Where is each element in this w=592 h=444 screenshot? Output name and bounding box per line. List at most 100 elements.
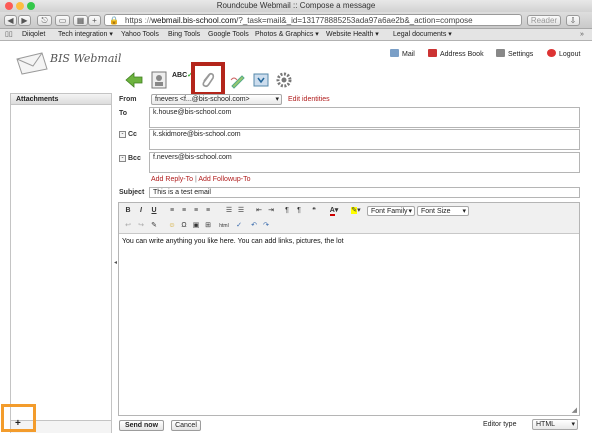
- bookmarks-bar: ▯▯ Diiqolet Tech integration ▾ Yahoo Too…: [0, 29, 592, 41]
- resize-handle-icon[interactable]: ◢: [572, 406, 577, 414]
- address-book-icon: [428, 49, 437, 57]
- align-right-button[interactable]: ≡: [191, 206, 201, 216]
- logout-link[interactable]: Logout: [547, 49, 580, 59]
- webmail-logo: BIS Webmail: [14, 47, 121, 75]
- address-book-link[interactable]: Address Book: [428, 49, 484, 59]
- editor-toolbar: B I U ≡ ≡ ≡ ≡ ☰ ☰ ⇤ ⇥ ¶ ¶ ❝ A▾ ✎▾ Font F…: [119, 203, 579, 234]
- sidebar-icon[interactable]: ▭: [55, 15, 70, 26]
- send-now-button[interactable]: Send now: [119, 420, 164, 431]
- settings-icon: [496, 49, 505, 57]
- background-color-icon[interactable]: ✎▾: [347, 206, 365, 216]
- insert-image-icon[interactable]: ▣: [191, 221, 201, 231]
- new-tab-button[interactable]: +: [88, 15, 101, 26]
- font-size-select[interactable]: Font Size ▾: [417, 206, 469, 216]
- undo-button[interactable]: ↩: [123, 221, 133, 231]
- add-followup-to-link[interactable]: Add Followup-To: [198, 176, 250, 183]
- redo-button[interactable]: ↪: [136, 221, 146, 231]
- logout-icon: [547, 49, 556, 57]
- logo-text: BIS Webmail: [50, 52, 122, 65]
- forward-button[interactable]: ▶: [18, 15, 31, 26]
- underline-button[interactable]: U: [149, 206, 159, 216]
- justify-button[interactable]: ≡: [203, 206, 213, 216]
- edit-icon[interactable]: ✎: [149, 221, 159, 231]
- mail-icon: [390, 49, 399, 57]
- bookmark-item[interactable]: Legal documents ▾: [393, 29, 452, 41]
- spellcheck-icon[interactable]: ABC✓: [172, 70, 193, 90]
- reader-button[interactable]: Reader: [527, 15, 561, 26]
- italic-button[interactable]: I: [136, 206, 146, 216]
- bookmark-item[interactable]: Bing Tools: [168, 29, 200, 41]
- indent-button[interactable]: ⇥: [266, 206, 276, 216]
- add-attachment-button[interactable]: +: [15, 419, 21, 429]
- attachment-highlight-box: [191, 62, 225, 96]
- top-sites-icon[interactable]: ▦: [73, 15, 88, 26]
- more-bookmarks-icon[interactable]: »: [580, 29, 584, 41]
- back-button[interactable]: ◀: [4, 15, 17, 26]
- save-draft-icon[interactable]: [251, 70, 271, 90]
- emoticon-icon[interactable]: ☺: [167, 221, 177, 231]
- signature-icon[interactable]: [228, 70, 248, 90]
- bullet-list-button[interactable]: ☰: [224, 206, 234, 216]
- subject-field[interactable]: This is a test email: [149, 187, 580, 198]
- bookmark-item[interactable]: Diiqolet: [22, 29, 45, 41]
- insert-table-icon[interactable]: ⊞: [203, 221, 213, 231]
- splitter-handle-icon[interactable]: ◂: [114, 259, 117, 266]
- outdent-button[interactable]: ⇤: [254, 206, 264, 216]
- redo-arrow-icon[interactable]: ↷: [261, 221, 271, 231]
- text-color-button[interactable]: A▾: [324, 206, 344, 216]
- minimize-window-icon[interactable]: [16, 2, 24, 10]
- to-field[interactable]: k.house@bis-school.com: [149, 107, 580, 128]
- download-icon[interactable]: ⇩: [566, 15, 580, 26]
- html-source-button[interactable]: html: [217, 221, 231, 231]
- bookmark-item[interactable]: Website Health ▾: [326, 29, 379, 41]
- ltr-button[interactable]: ¶: [282, 206, 292, 216]
- close-window-icon[interactable]: [5, 2, 13, 10]
- undo-arrow-icon[interactable]: ↶: [249, 221, 259, 231]
- share-icon[interactable]: ⎋: [37, 15, 52, 26]
- message-body[interactable]: You can write anything you like here. Yo…: [122, 237, 344, 246]
- url-host: webmail.bis-school.com: [151, 16, 237, 25]
- options-gear-icon[interactable]: [274, 70, 294, 90]
- align-left-button[interactable]: ≡: [167, 206, 177, 216]
- font-family-select[interactable]: Font Family ▾: [367, 206, 415, 216]
- rtl-button[interactable]: ¶: [294, 206, 304, 216]
- from-label: From: [119, 96, 137, 103]
- numbered-list-button[interactable]: ☰: [236, 206, 246, 216]
- blockquote-button[interactable]: ❝: [309, 206, 319, 216]
- special-char-icon[interactable]: Ω: [179, 221, 189, 231]
- mail-link[interactable]: Mail: [390, 49, 415, 59]
- bookmark-item[interactable]: Google Tools: [208, 29, 249, 41]
- address-book-icon[interactable]: [149, 70, 169, 90]
- address-bar[interactable]: 🔒 https ://webmail.bis-school.com/?_task…: [104, 14, 522, 26]
- zoom-window-icon[interactable]: [27, 2, 35, 10]
- window-title: Roundcube Webmail :: Compose a message: [216, 1, 376, 10]
- from-select[interactable]: fnevers <f...@bis-school.com> ▾: [151, 94, 282, 105]
- link-separator: |: [194, 176, 197, 183]
- bold-button[interactable]: B: [123, 206, 133, 216]
- remove-bcc-button[interactable]: -: [119, 155, 126, 162]
- reading-list-icon[interactable]: ▯▯: [5, 29, 13, 41]
- settings-link[interactable]: Settings: [496, 49, 533, 59]
- edit-identities-link[interactable]: Edit identities: [288, 96, 330, 103]
- align-center-button[interactable]: ≡: [179, 206, 189, 216]
- to-label: To: [119, 110, 128, 117]
- bookmark-item[interactable]: Tech integration ▾: [58, 29, 113, 41]
- chevron-down-icon: ▾: [275, 96, 279, 103]
- remove-cc-button[interactable]: -: [119, 131, 126, 138]
- header-links: Add Reply-To | Add Followup-To: [151, 176, 251, 183]
- attachments-header: Attachments: [11, 94, 111, 105]
- add-reply-to-link[interactable]: Add Reply-To: [151, 176, 193, 183]
- bookmark-item[interactable]: Photos & Graphics ▾: [255, 29, 319, 41]
- editor-type-select[interactable]: HTML ▾: [532, 419, 578, 430]
- bcc-label: Bcc: [128, 155, 141, 162]
- spellcheck-icon[interactable]: ✓: [234, 221, 244, 231]
- browser-toolbar: ◀ ▶ ⎋ ▭ ▦ + 🔒 https ://webmail.bis-schoo…: [0, 12, 592, 29]
- bookmark-item[interactable]: Yahoo Tools: [121, 29, 159, 41]
- bcc-field[interactable]: f.nevers@bis-school.com: [149, 152, 580, 173]
- cancel-button[interactable]: Cancel: [171, 420, 201, 431]
- back-to-list-icon[interactable]: [124, 70, 144, 90]
- cc-field[interactable]: k.skidmore@bis-school.com: [149, 129, 580, 150]
- chevron-down-icon: ▾: [571, 421, 575, 428]
- url-path: /?_task=mail&_id=131778885253ada97a6ae2b…: [236, 16, 473, 25]
- window-title-bar: Roundcube Webmail :: Compose a message: [0, 0, 592, 12]
